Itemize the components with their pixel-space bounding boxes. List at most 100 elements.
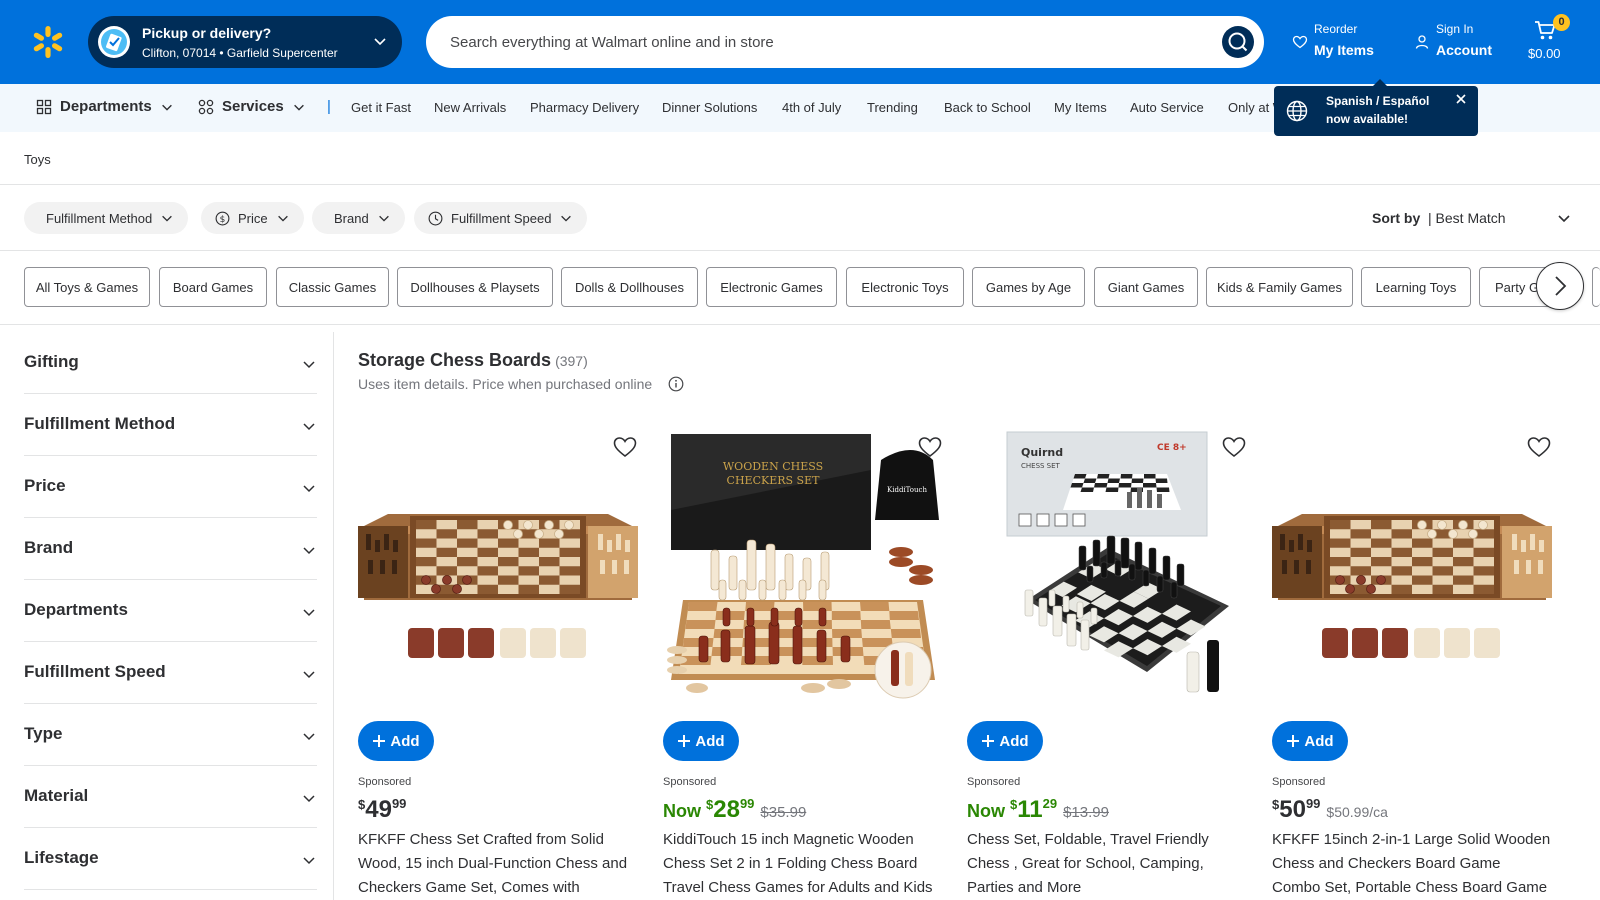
facet-gifting[interactable]: Gifting [24,332,317,394]
product-title[interactable]: KFKFF Chess Set Crafted from Solid Wood,… [358,828,638,900]
nav-link-back-to-school[interactable]: Back to School [944,100,1031,115]
dollar-circle-icon: $ [215,211,230,225]
facet-brand[interactable]: Brand [24,518,317,580]
chip-board-games[interactable]: Board Games [159,267,267,307]
price: Now $1129$13.99 [967,796,1109,824]
nav-link-pharmacy-delivery[interactable]: Pharmacy Delivery [530,100,639,115]
chip-games-by-age[interactable]: Games by Age [972,267,1085,307]
divider [0,184,1600,185]
product-card[interactable]: WOODEN CHESS CHECKERS SET KiddiTouch Add… [663,430,943,900]
filter-label: Fulfillment Speed [451,210,552,226]
chip-next-partial[interactable] [1592,267,1600,307]
cart-total: $0.00 [1528,46,1561,61]
filter-brand[interactable]: Brand [312,202,405,234]
facet-fulfillment-speed[interactable]: Fulfillment Speed [24,642,317,704]
search-button[interactable] [1222,26,1254,58]
departments-dropdown[interactable]: Departments [36,98,174,115]
price-cents: 29 [1042,796,1058,811]
nav-link-my-items[interactable]: My Items [1054,100,1107,115]
toast-arrow [1372,79,1388,87]
product-image[interactable]: Quirnd CHESS SET CE 8+ [967,430,1247,702]
favorite-heart-icon[interactable] [917,434,943,460]
facet-lifestage[interactable]: Lifestage [24,828,317,890]
product-title[interactable]: KFKFF 15inch 2-in-1 Large Solid Wooden C… [1272,828,1552,900]
product-image[interactable] [358,430,638,702]
add-to-cart-button[interactable]: Add [358,721,434,761]
sponsored-label: Sponsored [1272,776,1326,788]
product-card[interactable]: Quirnd CHESS SET CE 8+ Add Sponsored Now… [967,430,1247,900]
services-dropdown[interactable]: Services [198,98,306,115]
chevron-down-icon [277,215,288,222]
add-to-cart-button[interactable]: Add [663,721,739,761]
walmart-spark-logo[interactable] [30,24,66,60]
divider [0,250,1600,251]
chip-dolls-dollhouses[interactable]: Dolls & Dollhouses [561,267,698,307]
product-title[interactable]: KiddiTouch 15 inch Magnetic Wooden Chess… [663,828,943,900]
departments-label: Departments [60,98,152,115]
plus-icon [678,735,691,747]
chip-electronic-toys[interactable]: Electronic Toys [846,267,964,307]
nav-link-get-it-fast[interactable]: Get it Fast [351,100,411,115]
box2-marks: CE 8+ [1157,443,1187,453]
facet-departments[interactable]: Departments [24,580,317,642]
sign-in-account-link[interactable]: Sign In Account [1414,20,1514,64]
cart-button[interactable]: 0 $0.00 [1526,14,1576,64]
product-card[interactable]: Add Sponsored $5099$50.99/ca KFKFF 15inc… [1272,430,1552,900]
facet-label: Gifting [24,352,79,371]
chip-learning-toys[interactable]: Learning Toys [1361,267,1471,307]
services-icon [198,99,214,114]
nav-separator: | [327,98,331,115]
close-icon[interactable] [1454,92,1468,106]
nav-link-4th-of-july[interactable]: 4th of July [782,100,841,115]
chip-electronic-games[interactable]: Electronic Games [706,267,837,307]
chevron-down-icon [303,423,315,431]
filter-fulfillment-speed[interactable]: Fulfillment Speed [414,202,588,234]
add-label: Add [695,732,725,750]
nav-link-dinner-solutions[interactable]: Dinner Solutions [662,100,757,115]
breadcrumb-toys[interactable]: Toys [24,152,51,167]
filter-price[interactable]: $ Price [201,202,304,234]
price-dollars: 50 [1279,796,1306,823]
chevron-down-icon [303,485,315,493]
facet-type[interactable]: Type [24,704,317,766]
heart-icon [1292,35,1308,49]
reorder-my-items-link[interactable]: Reorder My Items [1292,20,1392,64]
product-title[interactable]: Chess Set, Foldable, Travel Friendly Che… [967,828,1247,900]
chevron-right-icon [1555,276,1567,296]
chip-kids-family-games[interactable]: Kids & Family Games [1206,267,1353,307]
favorite-heart-icon[interactable] [1221,434,1247,460]
nav-link-auto-service[interactable]: Auto Service [1130,100,1204,115]
facet-label: Fulfillment Speed [24,662,166,681]
results-title: Storage Chess Boards (397) [358,350,588,371]
chevron-down-icon [303,361,315,369]
chevron-down-icon[interactable] [1556,210,1572,226]
chip-giant-games[interactable]: Giant Games [1094,267,1198,307]
chip-dollhouses-playsets[interactable]: Dollhouses & Playsets [397,267,553,307]
chip-all-toys-games[interactable]: All Toys & Games [24,267,150,307]
sort-by-dropdown[interactable]: Sort by | Best Match [1372,210,1506,226]
add-to-cart-button[interactable]: Add [1272,721,1348,761]
product-card[interactable]: Add Sponsored $4999 KFKFF Chess Set Craf… [358,430,638,900]
price-cents: 99 [391,796,407,811]
favorite-heart-icon[interactable] [612,434,638,460]
filter-fulfillment-method[interactable]: Fulfillment Method [24,202,189,234]
chip-classic-games[interactable]: Classic Games [276,267,389,307]
facet-fulfillment-method[interactable]: Fulfillment Method [24,394,317,456]
search-input[interactable] [450,16,1190,68]
product-image[interactable] [1272,430,1552,702]
language-toast: Spanish / Español now available! [1274,79,1478,136]
product-image[interactable]: WOODEN CHESS CHECKERS SET KiddiTouch [663,430,943,702]
nav-link-new-arrivals[interactable]: New Arrivals [434,100,506,115]
chevron-down-icon [303,857,315,865]
add-to-cart-button[interactable]: Add [967,721,1043,761]
facet-price[interactable]: Price [24,456,317,518]
info-icon[interactable] [668,376,684,392]
pickup-delivery-selector[interactable]: Pickup or delivery? Clifton, 07014 • Gar… [88,16,402,68]
scroll-right-button[interactable] [1536,262,1584,310]
nav-link-trending[interactable]: Trending [867,100,918,115]
search-icon [1228,32,1248,52]
favorite-heart-icon[interactable] [1526,434,1552,460]
facet-material[interactable]: Material [24,766,317,828]
box-text-line2: CHECKERS SET [727,474,821,487]
toast-message: Spanish / Español now available! [1326,94,1430,126]
